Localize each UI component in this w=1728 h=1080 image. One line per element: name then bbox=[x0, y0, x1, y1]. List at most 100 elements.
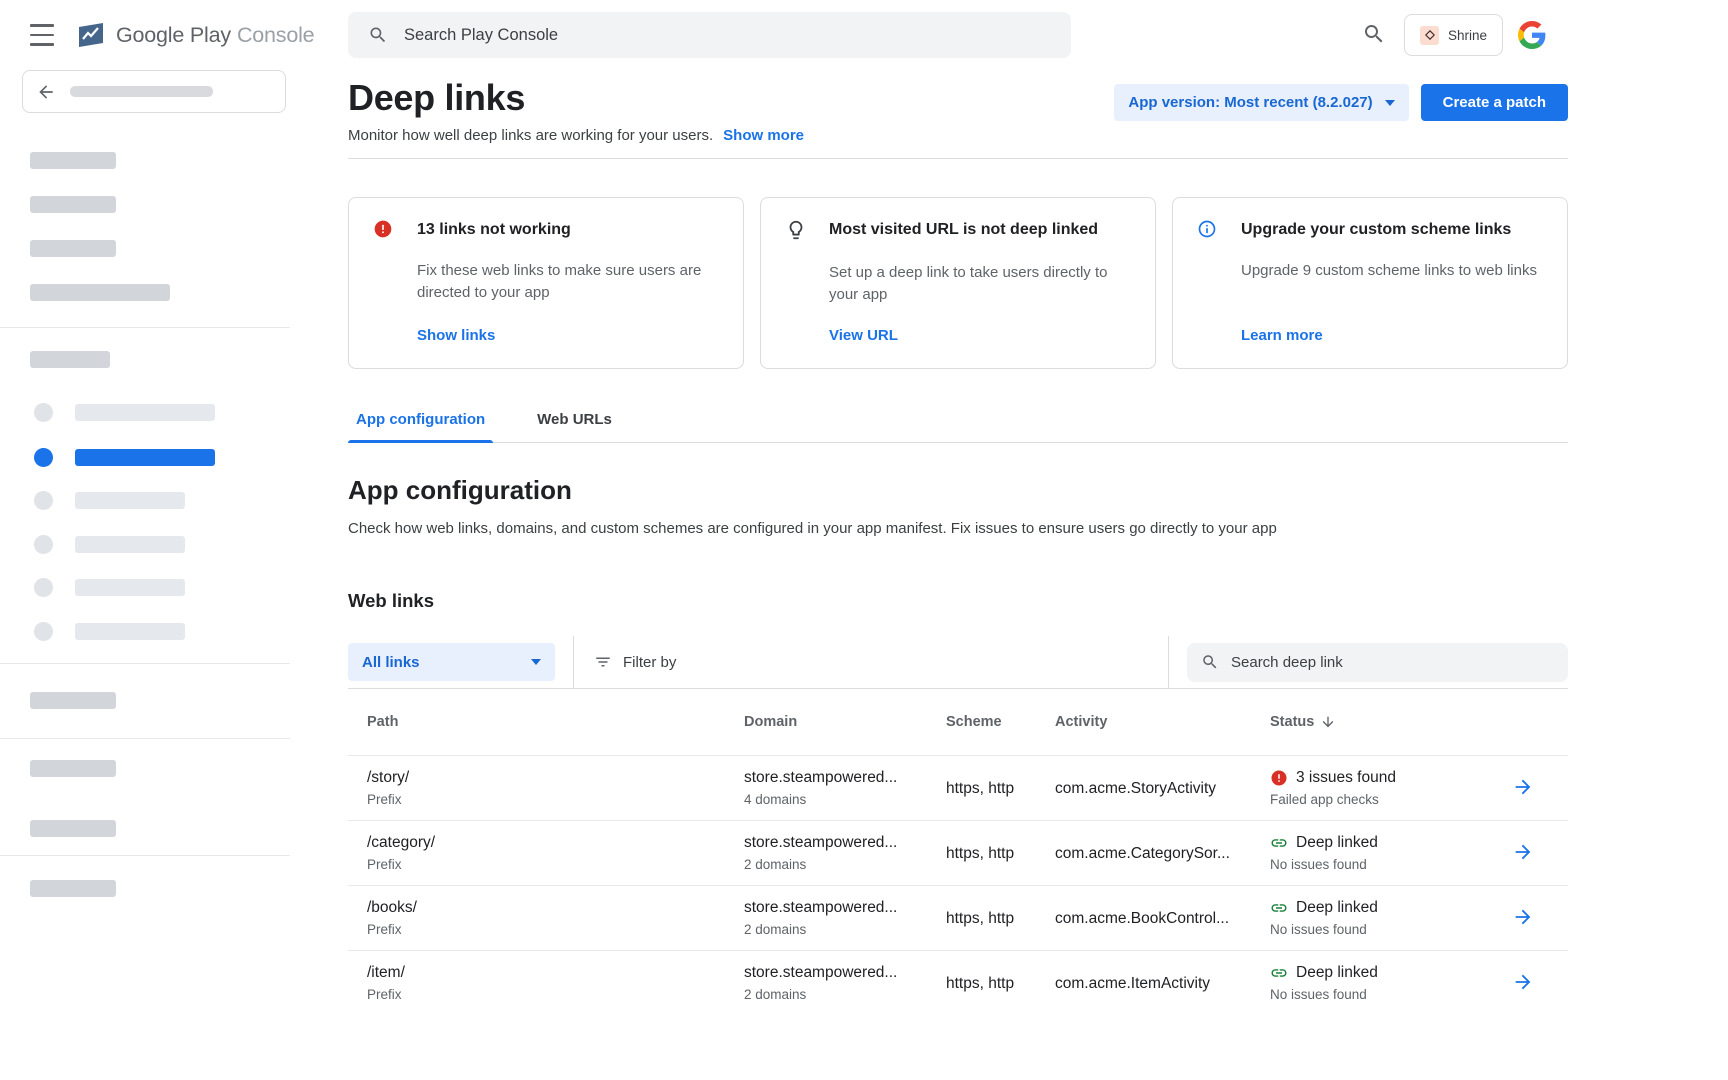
lightbulb-icon bbox=[785, 219, 829, 246]
table-row-story[interactable]: /story/ Prefix store.steampowered... 4 d… bbox=[348, 755, 1568, 820]
domain-count: 2 domains bbox=[744, 857, 946, 873]
loading-placeholder bbox=[30, 152, 116, 169]
path-type: Prefix bbox=[367, 792, 744, 808]
toolbar-divider bbox=[1168, 636, 1169, 688]
status-text: Deep linked bbox=[1296, 964, 1378, 982]
search-icon bbox=[1201, 653, 1219, 671]
show-more-link[interactable]: Show more bbox=[723, 126, 804, 146]
logo-text: Google PlayConsole bbox=[116, 23, 314, 48]
domain-cell: store.steampowered... 2 domains bbox=[744, 898, 946, 938]
domain-value: store.steampowered... bbox=[744, 833, 946, 852]
sidebar-nav-item[interactable] bbox=[0, 578, 290, 602]
column-header-domain: Domain bbox=[744, 714, 946, 730]
deep-link-search bbox=[1187, 643, 1568, 682]
view-url-link[interactable]: View URL bbox=[829, 327, 1131, 344]
status-text: Deep linked bbox=[1296, 834, 1378, 852]
path-value: /books/ bbox=[367, 898, 744, 917]
open-row-arrow-button[interactable] bbox=[1508, 968, 1538, 998]
sidebar-nav-item[interactable] bbox=[0, 491, 290, 515]
nav-bullet-icon bbox=[34, 535, 53, 554]
chevron-down-icon bbox=[1385, 100, 1395, 106]
domain-value: store.steampowered... bbox=[744, 963, 946, 982]
domain-cell: store.steampowered... 2 domains bbox=[744, 833, 946, 873]
active-item-placeholder bbox=[75, 449, 215, 466]
path-type: Prefix bbox=[367, 857, 744, 873]
insight-cards: 13 links not working Fix these web links… bbox=[348, 197, 1568, 369]
loading-placeholder bbox=[75, 579, 185, 596]
path-value: /category/ bbox=[367, 833, 744, 852]
sidebar-nav-item[interactable] bbox=[0, 403, 290, 427]
nav-bullet-icon bbox=[34, 448, 53, 467]
page-title: Deep links bbox=[348, 76, 804, 120]
status-text: 3 issues found bbox=[1296, 769, 1396, 787]
search-icon bbox=[368, 25, 388, 45]
domain-count: 2 domains bbox=[744, 987, 946, 1003]
table-row-item[interactable]: /item/ Prefix store.steampowered... 2 do… bbox=[348, 950, 1568, 1015]
google-logo-icon bbox=[1518, 21, 1546, 49]
domain-value: store.steampowered... bbox=[744, 898, 946, 917]
logo-text-google-play: Google Play bbox=[116, 23, 231, 47]
sidebar-nav-item-deep-links-active[interactable] bbox=[0, 448, 290, 472]
topbar: Google PlayConsole Shrine bbox=[0, 0, 1728, 70]
arrow-forward-icon bbox=[1512, 776, 1534, 798]
loading-placeholder bbox=[30, 760, 116, 777]
column-header-status-label: Status bbox=[1270, 714, 1314, 730]
domain-count: 4 domains bbox=[744, 792, 946, 808]
column-header-scheme: Scheme bbox=[946, 714, 1055, 730]
scheme-cell: https, http bbox=[946, 844, 1055, 863]
app-name-label: Shrine bbox=[1448, 28, 1487, 43]
open-row-arrow-button[interactable] bbox=[1508, 773, 1538, 803]
status-sub: Failed app checks bbox=[1270, 792, 1488, 808]
sidebar-nav-item[interactable] bbox=[0, 535, 290, 559]
play-console-flag-icon bbox=[76, 20, 106, 50]
status-cell: 3 issues found Failed app checks bbox=[1270, 769, 1488, 808]
global-search-input[interactable] bbox=[404, 26, 1051, 45]
scheme-cell: https, http bbox=[946, 974, 1055, 993]
web-links-heading: Web links bbox=[348, 589, 1568, 612]
status-cell: Deep linked No issues found bbox=[1270, 899, 1488, 938]
section-heading: App configuration bbox=[348, 473, 1568, 507]
links-filter-dropdown[interactable]: All links bbox=[348, 643, 555, 681]
sidebar-nav-item[interactable] bbox=[0, 622, 290, 646]
activity-cell: com.acme.StoryActivity bbox=[1055, 779, 1270, 798]
open-row-arrow-button[interactable] bbox=[1508, 838, 1538, 868]
play-console-deep-links-page: Google PlayConsole Shrine bbox=[0, 0, 1728, 1080]
loading-placeholder bbox=[30, 196, 116, 213]
learn-more-link[interactable]: Learn more bbox=[1241, 327, 1543, 344]
card-most-visited-url: Most visited URL is not deep linked Set … bbox=[760, 197, 1156, 369]
path-type: Prefix bbox=[367, 922, 744, 938]
secondary-search-button[interactable] bbox=[1360, 21, 1388, 49]
domain-cell: store.steampowered... 2 domains bbox=[744, 963, 946, 1003]
path-value: /story/ bbox=[367, 768, 744, 787]
status-sub: No issues found bbox=[1270, 922, 1488, 938]
domain-value: store.steampowered... bbox=[744, 768, 946, 787]
play-console-logo: Google PlayConsole bbox=[76, 0, 314, 70]
domain-cell: store.steampowered... 4 domains bbox=[744, 768, 946, 808]
scheme-cell: https, http bbox=[946, 779, 1055, 798]
tab-web-urls[interactable]: Web URLs bbox=[529, 411, 620, 442]
table-row-books[interactable]: /books/ Prefix store.steampowered... 2 d… bbox=[348, 885, 1568, 950]
back-button[interactable] bbox=[22, 70, 286, 113]
header-divider bbox=[348, 158, 1568, 159]
tab-app-configuration[interactable]: App configuration bbox=[348, 411, 493, 442]
global-search bbox=[348, 12, 1071, 58]
nav-bullet-icon bbox=[34, 491, 53, 510]
app-version-selector[interactable]: App version: Most recent (8.2.027) bbox=[1114, 84, 1408, 121]
open-row-arrow-button[interactable] bbox=[1508, 903, 1538, 933]
app-switcher-shrine[interactable]: Shrine bbox=[1404, 14, 1503, 56]
filter-by-button[interactable]: Filter by bbox=[594, 653, 676, 671]
app-version-label: App version: Most recent (8.2.027) bbox=[1128, 94, 1372, 111]
arrow-forward-icon bbox=[1512, 906, 1534, 928]
card-title: Upgrade your custom scheme links bbox=[1241, 220, 1543, 244]
card-title: Most visited URL is not deep linked bbox=[829, 220, 1131, 246]
card-body: Upgrade 9 custom scheme links to web lin… bbox=[1241, 260, 1543, 282]
deep-link-search-input[interactable] bbox=[1231, 654, 1554, 671]
show-links-link[interactable]: Show links bbox=[417, 327, 719, 344]
hamburger-menu-button[interactable] bbox=[30, 24, 56, 46]
path-cell: /item/ Prefix bbox=[348, 963, 744, 1003]
create-patch-button[interactable]: Create a patch bbox=[1421, 84, 1568, 121]
column-header-status-sort[interactable]: Status bbox=[1270, 714, 1488, 730]
table-row-category[interactable]: /category/ Prefix store.steampowered... … bbox=[348, 820, 1568, 885]
links-filter-value: All links bbox=[362, 654, 420, 671]
loading-placeholder bbox=[30, 240, 116, 257]
